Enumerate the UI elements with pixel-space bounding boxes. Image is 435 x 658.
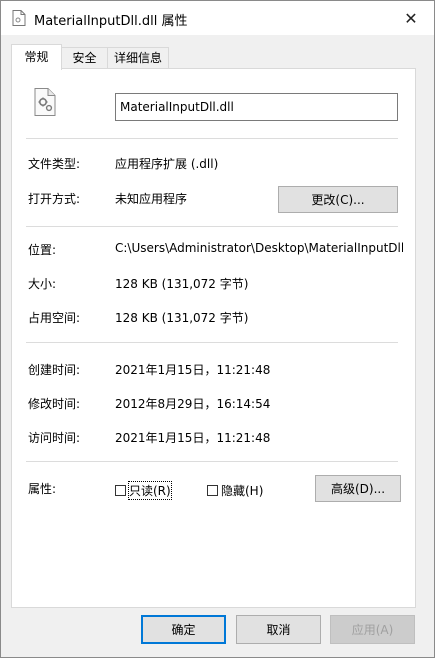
window-title: MaterialInputDll.dll 属性	[34, 14, 188, 29]
tab-general[interactable]: 常规	[11, 44, 62, 70]
change-button[interactable]: 更改(C)...	[278, 186, 398, 213]
readonly-label: 只读(R)	[128, 481, 172, 500]
readonly-checkbox[interactable]: 只读(R)	[115, 481, 172, 500]
created-label: 创建时间:	[28, 363, 81, 377]
close-icon: ✕	[404, 8, 418, 28]
checkbox-box[interactable]	[207, 485, 218, 496]
cancel-button[interactable]: 取消	[236, 615, 321, 644]
accessed-value: 2021年1月15日，11:21:48	[115, 431, 271, 445]
separator	[26, 226, 398, 227]
close-button[interactable]: ✕	[388, 1, 434, 35]
file-icon	[12, 10, 26, 26]
accessed-label: 访问时间:	[28, 431, 81, 445]
modified-value: 2012年8月29日，16:14:54	[115, 397, 271, 411]
modified-label: 修改时间:	[28, 397, 81, 411]
open-with-label: 打开方式:	[28, 192, 81, 206]
tab-security[interactable]: 安全	[60, 47, 109, 69]
properties-dialog: MaterialInputDll.dll 属性 ✕ 常规 安全 详细信息 Mat…	[0, 0, 435, 658]
file-type-value: 应用程序扩展 (.dll)	[115, 157, 219, 171]
hidden-label: 隐藏(H)	[221, 484, 264, 498]
open-with-value: 未知应用程序	[115, 192, 188, 206]
size-on-disk-label: 占用空间:	[28, 311, 81, 325]
created-value: 2021年1月15日，11:21:48	[115, 363, 271, 377]
hidden-checkbox[interactable]: 隐藏(H)	[207, 482, 263, 499]
advanced-button[interactable]: 高级(D)...	[315, 475, 401, 502]
tab-details[interactable]: 详细信息	[107, 47, 169, 69]
location-value: C:\Users\Administrator\Desktop\MaterialI…	[115, 241, 403, 255]
title-bar: MaterialInputDll.dll 属性 ✕	[1, 1, 434, 35]
file-type-label: 文件类型:	[28, 157, 81, 171]
separator	[26, 461, 398, 462]
location-label: 位置:	[28, 243, 57, 257]
file-name-input[interactable]: MaterialInputDll.dll	[115, 93, 398, 121]
dll-file-icon	[34, 88, 56, 116]
ok-button[interactable]: 确定	[141, 615, 226, 644]
separator	[26, 342, 398, 343]
size-label: 大小:	[28, 277, 57, 291]
separator	[26, 138, 398, 139]
size-on-disk-value: 128 KB (131,072 字节)	[115, 311, 249, 325]
size-value: 128 KB (131,072 字节)	[115, 277, 249, 291]
apply-button[interactable]: 应用(A)	[330, 615, 415, 644]
attributes-label: 属性:	[28, 482, 57, 496]
general-panel: MaterialInputDll.dll 文件类型: 应用程序扩展 (.dll)…	[11, 68, 416, 608]
checkbox-box[interactable]	[115, 485, 126, 496]
